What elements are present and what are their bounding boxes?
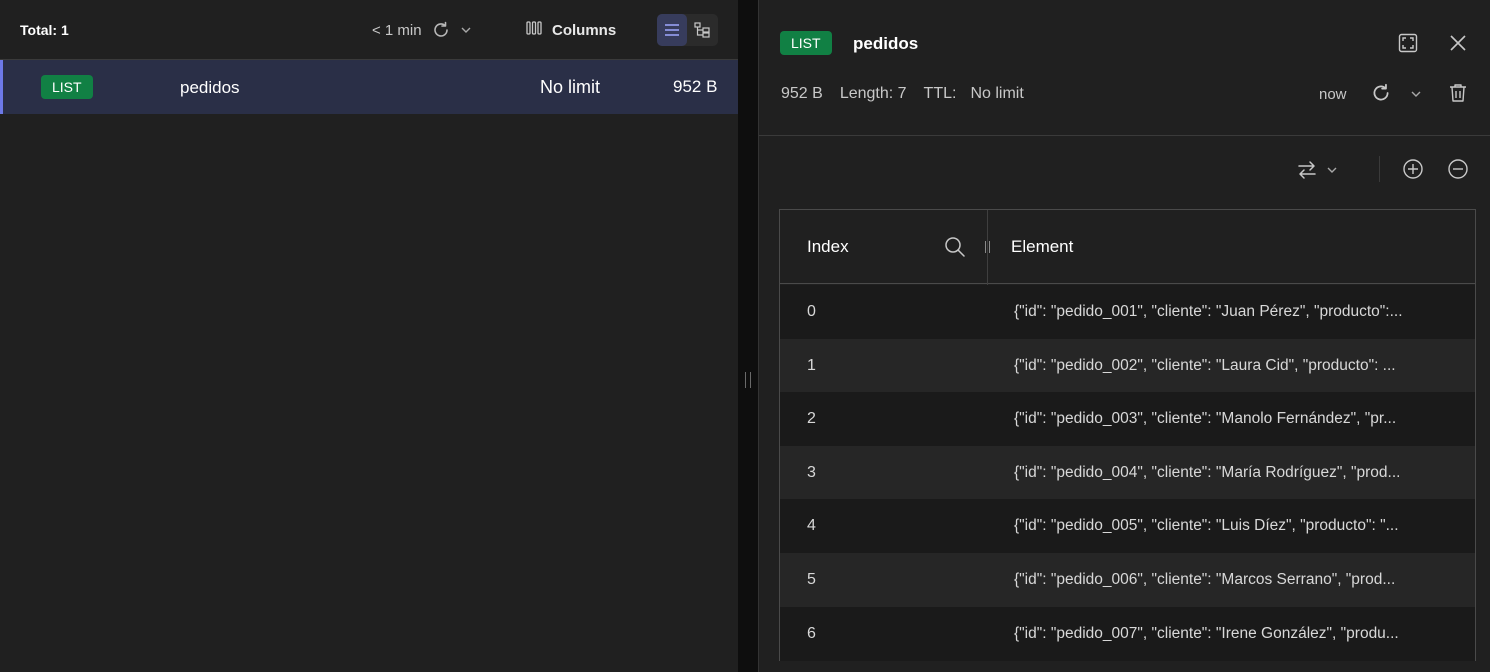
index-column-header: Index [807, 237, 849, 256]
key-row[interactable]: LIST pedidos No limit 952 B [0, 60, 738, 114]
panel-divider [738, 0, 758, 672]
close-icon[interactable] [1447, 32, 1469, 54]
swap-icon[interactable] [1295, 158, 1319, 182]
row-index: 0 [807, 303, 816, 320]
row-element[interactable]: {"id": "pedido_004", "cliente": "María R… [1014, 464, 1432, 482]
element-column-header: Element [1011, 237, 1074, 256]
list-elements-table: Index Element 0 {"id": "pedido_001", "cl… [779, 209, 1476, 661]
refresh-icon[interactable] [430, 19, 452, 41]
maximize-icon[interactable] [1397, 32, 1419, 54]
ttl-value: No limit [970, 85, 1024, 102]
key-type-badge: LIST [780, 31, 832, 55]
add-circle-icon[interactable] [1401, 157, 1425, 181]
view-toggle [657, 14, 718, 46]
chevron-down-icon[interactable] [1325, 163, 1339, 177]
table-row[interactable]: 5 {"id": "pedido_006", "cliente": "Marco… [780, 553, 1475, 607]
key-length: Length: 7 [839, 85, 907, 102]
row-element[interactable]: {"id": "pedido_007", "cliente": "Irene G… [1014, 625, 1432, 643]
key-list-panel: Total: 1 < 1 min Columns LIST pedidos No… [0, 0, 738, 672]
key-list-header: Total: 1 < 1 min Columns [0, 0, 738, 60]
columns-label: Columns [552, 21, 617, 39]
key-size: 952 B [673, 77, 718, 96]
columns-button[interactable]: Columns [526, 18, 616, 42]
list-view-icon[interactable] [657, 14, 687, 46]
chevron-down-icon[interactable] [1409, 87, 1423, 101]
trash-icon[interactable] [1447, 81, 1469, 105]
row-index: 5 [807, 571, 816, 588]
row-element[interactable]: {"id": "pedido_006", "cliente": "Marcos … [1014, 571, 1432, 589]
panel-resize-handle[interactable] [745, 372, 751, 392]
refresh-icon[interactable] [1369, 81, 1393, 105]
table-row[interactable]: 3 {"id": "pedido_004", "cliente": "María… [780, 446, 1475, 500]
key-title[interactable]: pedidos [853, 34, 918, 54]
row-element[interactable]: {"id": "pedido_005", "cliente": "Luis Dí… [1014, 517, 1432, 535]
columns-icon [526, 20, 542, 40]
last-refresh-time: < 1 min [372, 22, 422, 39]
table-row[interactable]: 4 {"id": "pedido_005", "cliente": "Luis … [780, 499, 1475, 553]
row-element[interactable]: {"id": "pedido_001", "cliente": "Juan Pé… [1014, 303, 1432, 321]
key-details-header: LIST pedidos 952 B Length: 7 TTL: No lim… [759, 0, 1490, 136]
key-type-badge: LIST [41, 75, 93, 99]
row-index: 1 [807, 357, 816, 374]
key-ttl: No limit [540, 77, 601, 97]
row-index: 2 [807, 410, 816, 427]
key-size: 952 B [781, 85, 823, 102]
table-row[interactable]: 6 {"id": "pedido_007", "cliente": "Irene… [780, 607, 1475, 661]
row-index: 3 [807, 464, 816, 481]
table-row[interactable]: 0 {"id": "pedido_001", "cliente": "Juan … [780, 285, 1475, 339]
row-index: 6 [807, 625, 816, 642]
row-index: 4 [807, 517, 816, 534]
tree-view-icon[interactable] [687, 14, 717, 46]
last-refresh-time: now [1319, 86, 1347, 103]
table-row[interactable]: 2 {"id": "pedido_003", "cliente": "Manol… [780, 392, 1475, 446]
toolbar-separator [1379, 156, 1380, 182]
ttl-label: TTL: [923, 85, 957, 102]
total-keys-label: Total: 1 [20, 22, 69, 38]
key-meta: 952 B Length: 7 TTL: No limit [781, 85, 1024, 103]
chevron-down-icon[interactable] [458, 22, 474, 38]
row-element[interactable]: {"id": "pedido_002", "cliente": "Laura C… [1014, 357, 1432, 375]
table-header: Index Element [780, 210, 1475, 284]
key-name: pedidos [180, 78, 240, 97]
search-icon[interactable] [943, 235, 967, 259]
row-element[interactable]: {"id": "pedido_003", "cliente": "Manolo … [1014, 410, 1432, 428]
key-ttl[interactable]: TTL: No limit [924, 85, 1024, 103]
remove-circle-icon[interactable] [1446, 157, 1470, 181]
table-row[interactable]: 1 {"id": "pedido_002", "cliente": "Laura… [780, 339, 1475, 393]
key-details-panel: LIST pedidos 952 B Length: 7 TTL: No lim… [758, 0, 1490, 672]
